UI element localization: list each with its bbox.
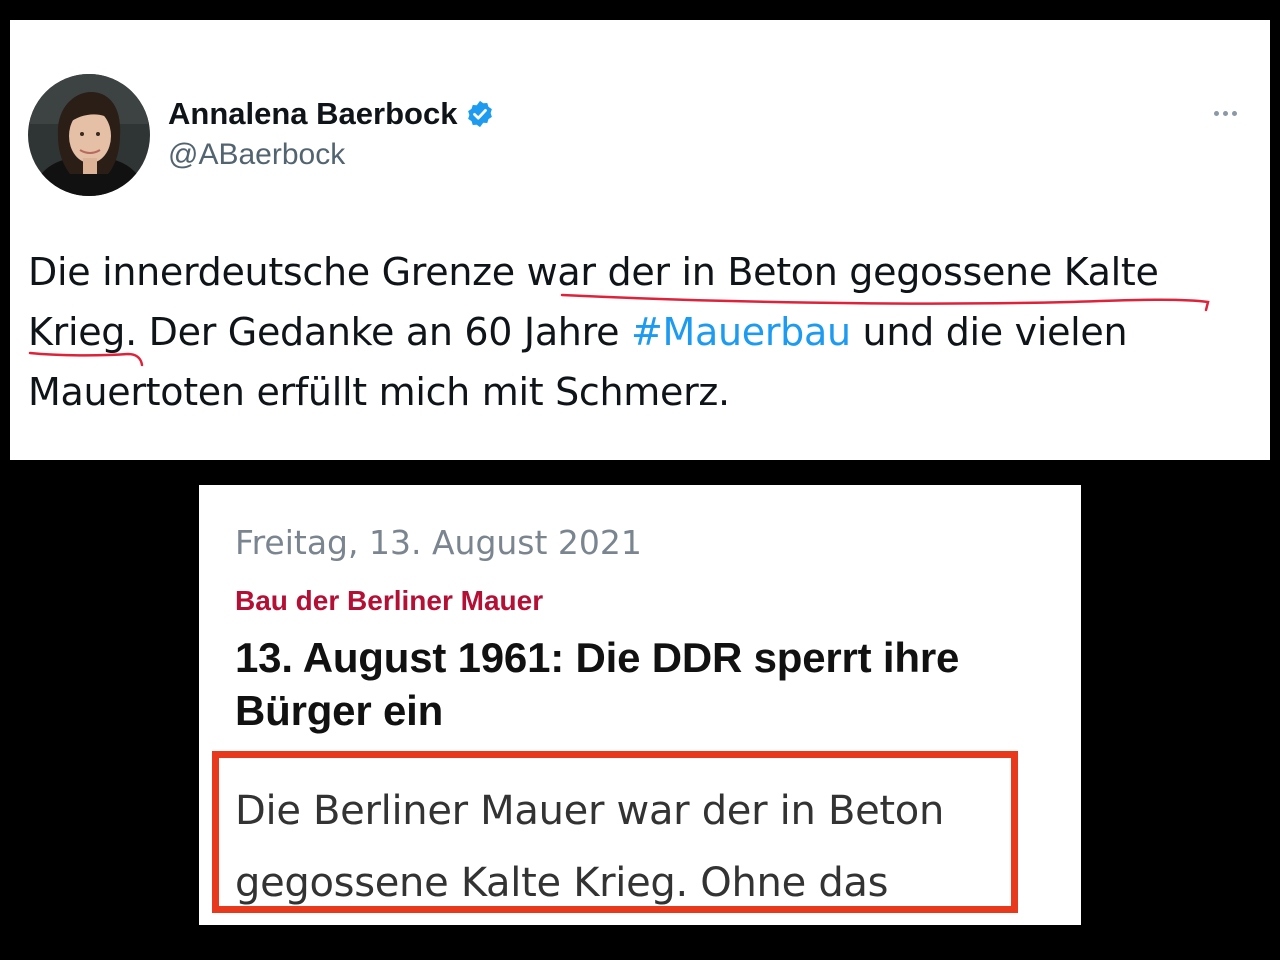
tweet-text-underlined: war der in Beton gegossene Kalte xyxy=(526,250,1159,294)
more-options-icon[interactable] xyxy=(1205,98,1245,128)
article-kicker[interactable]: Bau der Berliner Mauer xyxy=(235,585,543,617)
tweet-text-part: Die innerdeutsche Grenze xyxy=(28,250,527,294)
article-excerpt: Die Berliner Mauer war der in Beton gego… xyxy=(235,788,945,906)
display-name-text[interactable]: Annalena Baerbock xyxy=(168,96,457,132)
tweet-text-underlined: Krieg xyxy=(28,310,126,354)
tweet-text: Die innerdeutsche Grenze war der in Beto… xyxy=(28,242,1253,422)
article-date: Freitag, 13. August 2021 xyxy=(235,523,642,562)
verified-badge-icon xyxy=(465,99,495,129)
hashtag-link[interactable]: #Mauerbau xyxy=(631,310,851,354)
user-handle[interactable]: @ABaerbock xyxy=(168,138,345,172)
more-dot xyxy=(1222,110,1228,116)
more-dot xyxy=(1231,110,1237,116)
tweet-text-part: . Der Gedanke an 60 Jahre xyxy=(125,310,631,354)
display-name[interactable]: Annalena Baerbock xyxy=(168,96,495,132)
article-card: Freitag, 13. August 2021 Bau der Berline… xyxy=(199,485,1081,925)
article-headline[interactable]: 13. August 1961: Die DDR sperrt ihre Bür… xyxy=(235,631,1065,737)
more-dot xyxy=(1213,110,1219,116)
tweet-card: Annalena Baerbock @ABaerbock Die innerde… xyxy=(10,20,1270,460)
avatar[interactable] xyxy=(28,74,150,196)
